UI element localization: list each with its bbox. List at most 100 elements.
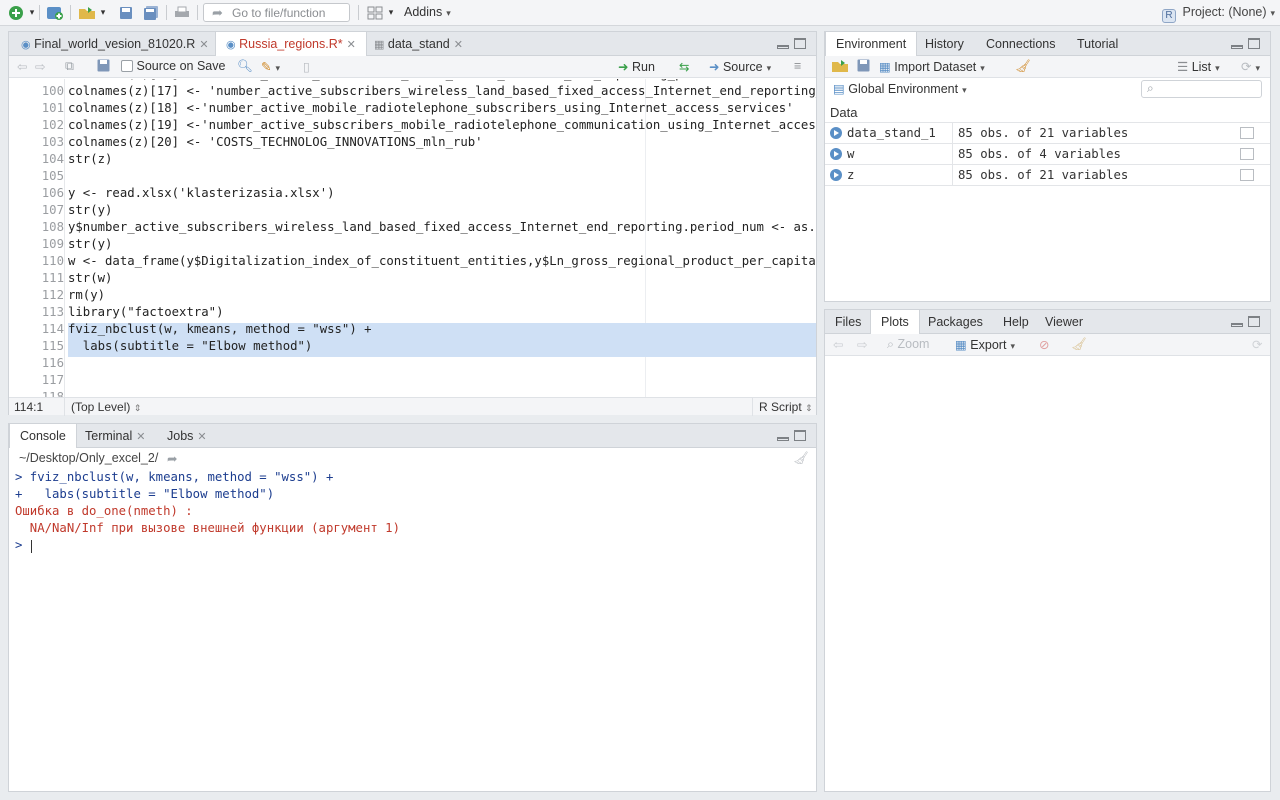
refresh-plot-icon[interactable]: ⟳ xyxy=(1252,337,1262,352)
close-icon[interactable]: ✕ xyxy=(136,431,145,443)
tab-plots[interactable]: Plots xyxy=(870,310,920,335)
console-output[interactable]: > fviz_nbclust(w, kmeans, method = "wss"… xyxy=(9,469,816,789)
export-button[interactable]: ▦ Export ▾ xyxy=(955,337,1015,352)
search-icon[interactable]: 🔍︎ xyxy=(237,59,253,74)
variable-value: 85 obs. of 4 variables xyxy=(958,147,1121,161)
environment-search-input[interactable]: ⌕ xyxy=(1141,80,1262,98)
expand-icon[interactable] xyxy=(830,169,842,181)
expand-icon[interactable] xyxy=(830,148,842,160)
console-tabbar: Console Terminal ✕ Jobs ✕ xyxy=(9,424,816,449)
close-icon[interactable]: ✕ xyxy=(197,431,206,443)
run-button[interactable]: ➜ Run xyxy=(618,59,655,74)
clear-workspace-icon[interactable]: 🧹︎ xyxy=(1015,59,1031,74)
tab-tutorial[interactable]: Tutorial xyxy=(1067,32,1128,56)
tab-connections[interactable]: Connections xyxy=(976,32,1066,56)
tab-packages[interactable]: Packages xyxy=(918,310,993,334)
console-error-line: Ошибка в do_one(nmeth) : xyxy=(15,504,193,518)
refresh-icon[interactable]: ⟳ ▾ xyxy=(1241,59,1260,74)
search-icon: ⌕ xyxy=(1147,81,1154,95)
project-menu[interactable]: R Project: (None) ▾ xyxy=(1162,5,1275,23)
plots-tabbar: Files Plots Packages Help Viewer xyxy=(825,310,1270,335)
previous-plot-icon[interactable]: ⇦ xyxy=(833,337,843,352)
tab-terminal[interactable]: Terminal ✕ xyxy=(75,424,155,448)
save-icon[interactable] xyxy=(97,59,110,75)
export-icon: ▦ xyxy=(955,338,967,352)
minimize-pane-icon[interactable] xyxy=(1231,323,1243,327)
forward-icon[interactable]: ⇨ xyxy=(35,59,45,74)
new-project-icon[interactable] xyxy=(44,4,66,21)
rerun-icon[interactable]: ⇆ xyxy=(679,59,689,74)
environment-row[interactable]: z 85 obs. of 21 variables xyxy=(825,165,1270,186)
tab-final-world[interactable]: ◉ Final_world_vesion_81020.R ✕ xyxy=(11,32,219,56)
outline-icon[interactable]: ≡ xyxy=(794,59,801,73)
save-workspace-icon[interactable] xyxy=(857,59,870,75)
goto-file-function-input[interactable]: ➦ Go to file/function xyxy=(203,3,350,22)
open-file-dropdown-icon[interactable]: ▾ xyxy=(99,4,107,21)
zoom-button[interactable]: ⌕ Zoom xyxy=(887,337,929,352)
line-number: 110 xyxy=(41,254,64,268)
code-line: colnames(z)[18] <-'number_active_mobile_… xyxy=(68,101,794,115)
environment-row[interactable]: w 85 obs. of 4 variables xyxy=(825,144,1270,165)
line-number: 103 xyxy=(41,135,64,149)
tab-viewer[interactable]: Viewer xyxy=(1035,310,1093,334)
new-file-icon[interactable] xyxy=(4,4,28,21)
save-all-icon[interactable] xyxy=(141,4,161,21)
new-file-dropdown-icon[interactable]: ▾ xyxy=(28,4,36,21)
tab-jobs[interactable]: Jobs ✕ xyxy=(157,424,217,448)
cursor-position: 114:1 xyxy=(14,400,44,414)
print-icon[interactable] xyxy=(172,4,192,21)
next-plot-icon[interactable]: ⇨ xyxy=(857,337,867,352)
view-table-icon[interactable] xyxy=(1240,127,1254,139)
maximize-pane-icon[interactable] xyxy=(794,430,806,441)
table-icon: ▦ xyxy=(879,60,891,74)
working-directory: ~/Desktop/Only_excel_2/ xyxy=(19,451,159,465)
variable-value: 85 obs. of 21 variables xyxy=(958,126,1129,140)
import-dataset-button[interactable]: ▦ Import Dataset ▾ xyxy=(879,59,985,74)
open-file-icon[interactable] xyxy=(76,4,98,21)
tab-data-stand[interactable]: ▦ data_stand ✕ xyxy=(364,32,473,56)
code-editor[interactable]: 99 colnames(z)[16] <- 'number_active_subs… xyxy=(9,79,816,399)
close-icon[interactable]: ✕ xyxy=(454,39,463,51)
source-on-save-checkbox[interactable]: Source on Save xyxy=(121,59,225,73)
tab-environment[interactable]: Environment xyxy=(825,32,918,57)
compile-report-icon[interactable]: ▯ xyxy=(303,59,310,74)
save-icon[interactable] xyxy=(117,4,135,21)
load-workspace-icon[interactable] xyxy=(831,59,849,76)
maximize-pane-icon[interactable] xyxy=(1248,316,1260,327)
remove-plot-icon[interactable]: ⊘ xyxy=(1039,337,1049,352)
maximize-pane-icon[interactable] xyxy=(794,38,806,49)
code-tools-icon[interactable]: ✎ ▾ xyxy=(261,59,280,74)
source-button[interactable]: ➜ Source ▾ xyxy=(709,59,771,74)
close-icon[interactable]: ✕ xyxy=(347,39,356,51)
tab-history[interactable]: History xyxy=(915,32,974,56)
view-mode-selector[interactable]: ☰ List ▾ xyxy=(1177,59,1220,74)
scope-selector[interactable]: (Top Level) ⇕ xyxy=(71,400,141,414)
code-line: str(z) xyxy=(68,152,113,166)
minimize-pane-icon[interactable] xyxy=(1231,45,1243,49)
goto-directory-icon[interactable]: ➦ xyxy=(167,451,177,466)
global-environment-selector[interactable]: ▤ Global Environment ▾ xyxy=(833,81,967,96)
file-type-selector[interactable]: R Script ⇕ xyxy=(759,400,813,414)
addins-menu[interactable]: Addins ▾ xyxy=(404,5,451,19)
minimize-pane-icon[interactable] xyxy=(777,437,789,441)
show-in-window-icon[interactable]: ⧉ xyxy=(65,59,74,74)
minimize-pane-icon[interactable] xyxy=(777,45,789,49)
tab-russia-regions[interactable]: ◉ Russia_regions.R* ✕ xyxy=(215,32,367,57)
clear-console-icon[interactable]: 🧹︎ xyxy=(793,451,809,466)
clear-plots-icon[interactable]: 🧹︎ xyxy=(1071,337,1087,352)
expand-icon[interactable] xyxy=(830,127,842,139)
tab-console[interactable]: Console xyxy=(9,424,77,449)
view-table-icon[interactable] xyxy=(1240,169,1254,181)
workspace-panes-icon[interactable] xyxy=(365,4,385,21)
maximize-pane-icon[interactable] xyxy=(1248,38,1260,49)
tab-help[interactable]: Help xyxy=(993,310,1039,334)
tab-files[interactable]: Files xyxy=(825,310,871,334)
environment-row[interactable]: data_stand_1 85 obs. of 21 variables xyxy=(825,123,1270,144)
workspace-panes-dropdown-icon[interactable]: ▾ xyxy=(387,4,395,21)
line-number: 102 xyxy=(41,118,64,132)
project-icon: R xyxy=(1162,9,1176,23)
close-icon[interactable]: ✕ xyxy=(199,39,208,51)
view-table-icon[interactable] xyxy=(1240,148,1254,160)
back-icon[interactable]: ⇦ xyxy=(17,59,27,74)
code-line: str(w) xyxy=(68,271,113,285)
